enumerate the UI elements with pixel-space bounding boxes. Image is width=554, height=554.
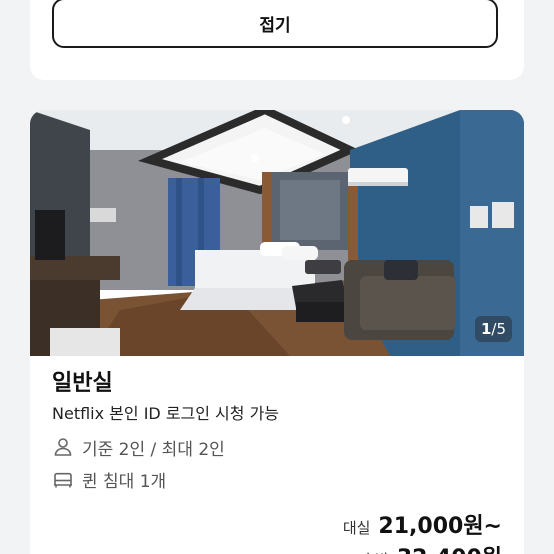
room-note: Netflix 본인 ID 로그인 시청 가능	[52, 404, 280, 423]
collapse-button[interactable]: 접기	[52, 0, 498, 48]
photo-current-index: 1	[480, 320, 492, 338]
room-list-page: 접기 1 / 5 일반실 Netflix 본인 ID 로그인 시청 가능 기준 …	[0, 0, 554, 554]
bed-icon	[52, 468, 74, 490]
previous-room-card: 접기	[30, 0, 524, 80]
room-photo[interactable]: 1/5	[30, 110, 524, 356]
room-card[interactable]: 1/5 일반실 Netflix 본인 ID 로그인 시청 가능 기준 2인 / …	[30, 110, 524, 554]
room-name: 일반실	[52, 371, 113, 396]
room-photo-illustration	[30, 110, 524, 356]
capacity-row: 기준 2인 / 최대 2인	[52, 436, 502, 460]
room-info: 일반실 Netflix 본인 ID 로그인 시청 가능 기준 2인 / 최대 2…	[30, 356, 524, 492]
price-row-daytime: 대실 21,000원~	[343, 508, 502, 540]
photo-total-count: 5	[496, 320, 506, 338]
person-icon	[52, 436, 74, 458]
bed-row: 퀸 침대 1개	[52, 468, 502, 492]
bed-text: 퀸 침대 1개	[82, 471, 167, 492]
price-value-overnight: 32,400원	[397, 540, 502, 554]
capacity-text: 기준 2인 / 최대 2인	[82, 439, 225, 460]
price-value-daytime: 21,000원~	[378, 514, 502, 539]
photo-counter: 1/5	[474, 316, 512, 342]
price-label-overnight: 숙박	[361, 549, 389, 554]
price-row-overnight: 숙박 32,400원	[361, 540, 502, 554]
price-label-daytime: 대실	[342, 519, 371, 537]
